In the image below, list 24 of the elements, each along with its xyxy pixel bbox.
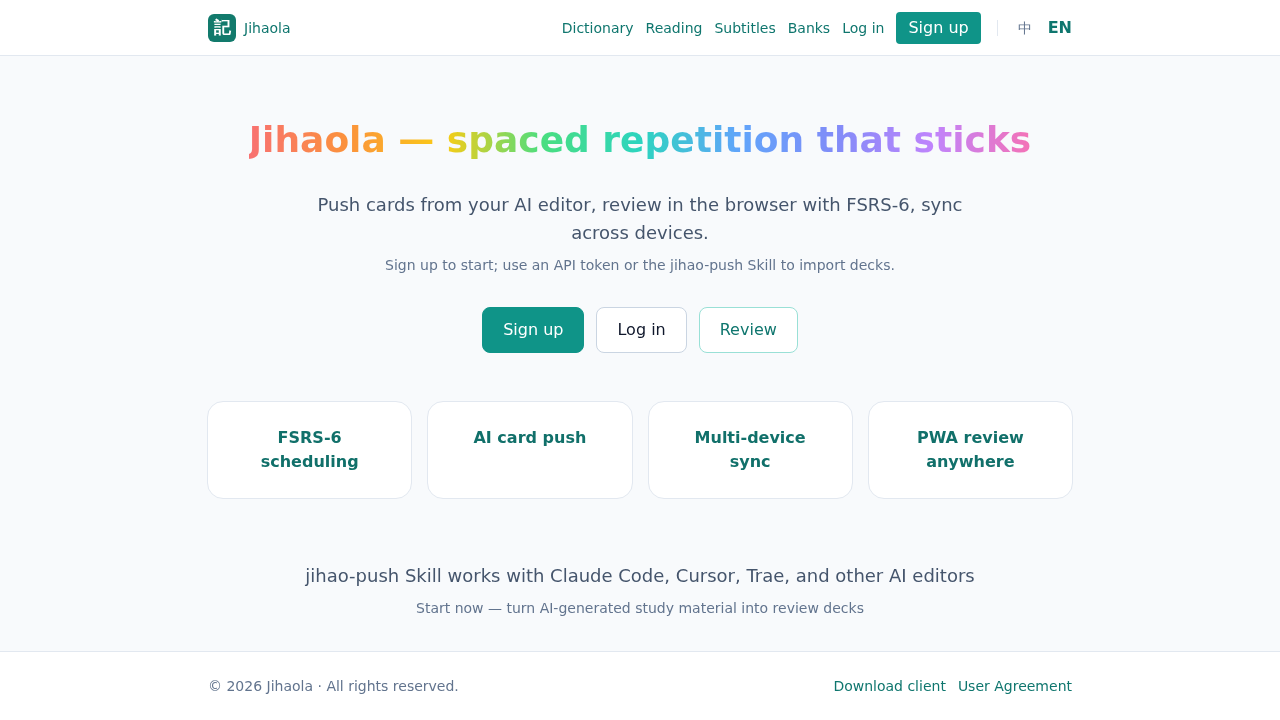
- review-button[interactable]: Review: [698, 307, 798, 353]
- integrations-tagline: Start now — turn AI-generated study material into review decks: [416, 599, 864, 618]
- nav-link[interactable]: Reading: [645, 17, 703, 38]
- footer-link[interactable]: Download client: [833, 676, 946, 696]
- logo-mark: 記: [208, 13, 236, 42]
- integrations-headline: jihao-push Skill works with Claude Code, Cursor, Trae, and other AI editors: [305, 564, 975, 588]
- nav-link[interactable]: Dictionary: [561, 17, 634, 38]
- language-option[interactable]: 中: [1017, 17, 1032, 38]
- nav-link[interactable]: Log in: [842, 17, 885, 38]
- hero-note: Sign up to start; use an API token or the jihao-push Skill to import decks.: [385, 256, 895, 275]
- copyright-text: © 2026 Jihaola · All rights reserved.: [208, 677, 459, 696]
- log-in-button[interactable]: Log in: [596, 307, 687, 353]
- hero-subtitle: Push cards from your AI editor, review in the browser with FSRS-6, sync across devices.: [316, 193, 964, 245]
- nav-link[interactable]: Banks: [787, 17, 831, 38]
- feature-title: Multi-device sync: [694, 428, 806, 471]
- language-option[interactable]: EN: [1047, 15, 1072, 40]
- feature-title: PWA review anywhere: [916, 428, 1024, 471]
- sign-up-button[interactable]: Sign up: [482, 307, 585, 353]
- footer-link[interactable]: User Agreement: [957, 676, 1072, 696]
- brand-link[interactable]: Jihaola: [244, 17, 291, 38]
- nav-link[interactable]: Subtitles: [714, 17, 776, 38]
- sign-up-button[interactable]: Sign up: [896, 11, 981, 44]
- feature-title: FSRS-6 scheduling: [260, 428, 359, 471]
- feature-title: AI card push: [473, 428, 587, 447]
